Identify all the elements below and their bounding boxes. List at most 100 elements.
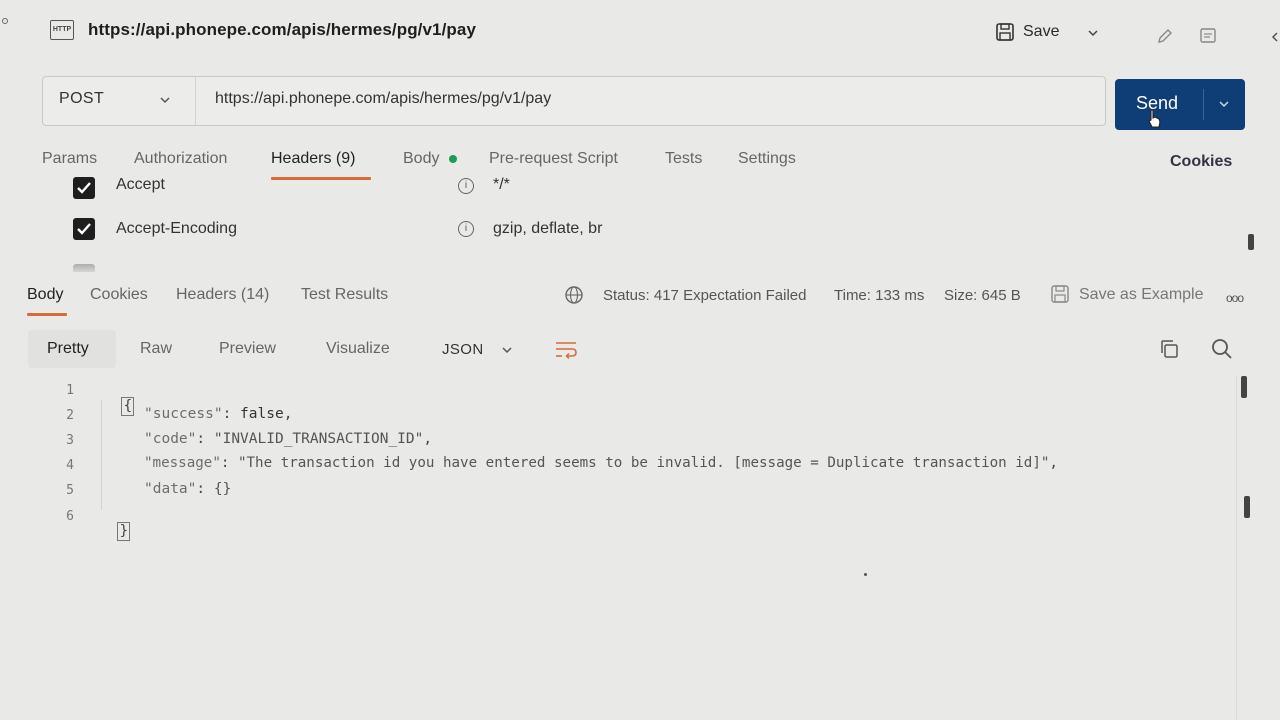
line-number: 1 — [66, 383, 74, 398]
json-comma: , — [1049, 455, 1058, 471]
json-value: "INVALID_TRANSACTION_ID" — [213, 431, 424, 447]
scroll-fade — [60, 262, 680, 276]
language-select[interactable]: JSON — [442, 341, 484, 358]
json-key: "data" — [144, 481, 197, 497]
size-value: 645 B — [981, 287, 1021, 304]
json-brace: } — [117, 522, 131, 541]
status-readout[interactable]: Status: 417 Expectation Failed — [603, 287, 806, 304]
hand-cursor-icon — [1148, 109, 1161, 128]
line-number: 2 — [66, 408, 74, 423]
size-readout[interactable]: Size: 645 B — [944, 287, 1021, 304]
chevron-down-icon[interactable] — [1217, 98, 1231, 110]
more-options-icon[interactable]: ooo — [1226, 291, 1244, 305]
info-icon[interactable]: i — [458, 221, 474, 237]
cookies-link[interactable]: Cookies — [1170, 153, 1232, 171]
code-line[interactable]: { — [104, 381, 135, 416]
status-label: Status: — [603, 287, 650, 304]
json-value: {} — [213, 481, 232, 497]
search-icon[interactable] — [1210, 337, 1234, 361]
json-value: "The transaction id you have entered see… — [237, 455, 1050, 471]
method-select[interactable]: POST — [59, 90, 104, 108]
header-checkbox[interactable] — [73, 218, 95, 240]
tab-headers[interactable]: Headers (9) — [271, 150, 355, 168]
tab-params[interactable]: Params — [42, 150, 97, 168]
http-icon: HTTP — [50, 20, 74, 40]
tab-pre-request-script[interactable]: Pre-request Script — [489, 150, 618, 168]
tab-tests[interactable]: Tests — [665, 150, 702, 168]
json-separator: : — [220, 455, 238, 471]
send-button[interactable]: Send — [1115, 79, 1245, 130]
code-line[interactable]: "data": {} — [144, 481, 231, 497]
json-brace: { — [121, 397, 135, 416]
request-bar — [42, 76, 1106, 126]
table-row: Accept-Encoding i gzip, deflate, br — [0, 212, 1280, 248]
format-tab-preview[interactable]: Preview — [219, 340, 276, 358]
info-icon[interactable]: i — [458, 178, 474, 194]
tab-authorization[interactable]: Authorization — [134, 150, 227, 168]
time-readout[interactable]: Time: 133 ms — [834, 287, 924, 304]
code-line[interactable]: "code": "INVALID_TRANSACTION_ID", — [144, 431, 432, 447]
line-number: 6 — [66, 509, 74, 524]
scrollbar[interactable] — [1241, 376, 1247, 398]
wrap-lines-icon[interactable] — [554, 338, 578, 360]
header-key[interactable]: Accept — [116, 176, 165, 194]
active-tab-underline — [27, 313, 67, 316]
json-separator: : — [222, 406, 241, 422]
code-line[interactable]: "message": "The transaction id you have … — [144, 455, 1058, 471]
body-indicator-dot — [449, 155, 457, 163]
url-input[interactable]: https://api.phonepe.com/apis/hermes/pg/v… — [215, 90, 551, 108]
json-comma: , — [423, 431, 433, 447]
response-tab-cookies[interactable]: Cookies — [90, 286, 148, 304]
line-number: 3 — [66, 433, 74, 448]
code-line[interactable]: "success": false, — [144, 406, 292, 422]
request-title[interactable]: https://api.phonepe.com/apis/hermes/pg/v… — [88, 20, 476, 40]
save-button[interactable]: Save — [995, 22, 1059, 42]
line-number: 4 — [66, 458, 74, 473]
format-tab-visualize[interactable]: Visualize — [326, 340, 390, 358]
table-row: Accept i */* — [0, 172, 1280, 208]
header-checkbox[interactable] — [73, 177, 95, 199]
json-separator: : — [196, 431, 214, 447]
save-icon — [996, 23, 1014, 41]
chevron-down-icon[interactable] — [500, 344, 514, 356]
response-tab-headers[interactable]: Headers (14) — [176, 286, 269, 304]
save-icon — [1051, 285, 1069, 303]
json-key: "message" — [144, 455, 221, 471]
json-comma: , — [283, 406, 293, 422]
format-tab-raw[interactable]: Raw — [140, 340, 172, 358]
comment-icon[interactable] — [1198, 26, 1218, 46]
globe-icon[interactable] — [564, 285, 584, 305]
window-dot-icon — [2, 18, 8, 24]
editor-edge — [1236, 376, 1237, 720]
header-value[interactable]: */* — [493, 176, 510, 194]
chevron-left-icon[interactable] — [1270, 30, 1280, 44]
checkmark-icon — [77, 182, 91, 194]
tab-body[interactable]: Body — [403, 150, 439, 168]
divider — [195, 77, 196, 125]
save-label: Save — [1023, 23, 1060, 40]
header-value[interactable]: gzip, deflate, br — [493, 220, 602, 238]
response-tab-test-results[interactable]: Test Results — [301, 286, 388, 304]
json-separator: : — [196, 481, 214, 497]
chevron-down-icon[interactable] — [158, 94, 172, 106]
copy-icon[interactable] — [1158, 338, 1180, 360]
scrollbar[interactable] — [1244, 496, 1250, 518]
json-value: false — [240, 406, 284, 422]
pencil-icon[interactable] — [1155, 26, 1175, 46]
screen-speck — [864, 573, 867, 576]
format-tab-pretty[interactable]: Pretty — [47, 340, 89, 358]
response-tab-body[interactable]: Body — [27, 286, 63, 304]
divider — [1203, 89, 1204, 120]
line-number: 5 — [66, 483, 74, 498]
time-value: 133 ms — [875, 287, 925, 304]
header-key[interactable]: Accept-Encoding — [116, 220, 237, 238]
save-as-example-button[interactable]: Save as Example — [1079, 286, 1204, 304]
size-label: Size: — [944, 287, 978, 304]
time-label: Time: — [834, 287, 871, 304]
code-line[interactable]: } — [100, 506, 131, 541]
status-value: 417 Expectation Failed — [653, 287, 807, 304]
chevron-down-icon[interactable] — [1086, 26, 1100, 40]
json-key: "success" — [144, 406, 223, 422]
tab-settings[interactable]: Settings — [738, 150, 796, 168]
scrollbar[interactable] — [1248, 234, 1254, 250]
